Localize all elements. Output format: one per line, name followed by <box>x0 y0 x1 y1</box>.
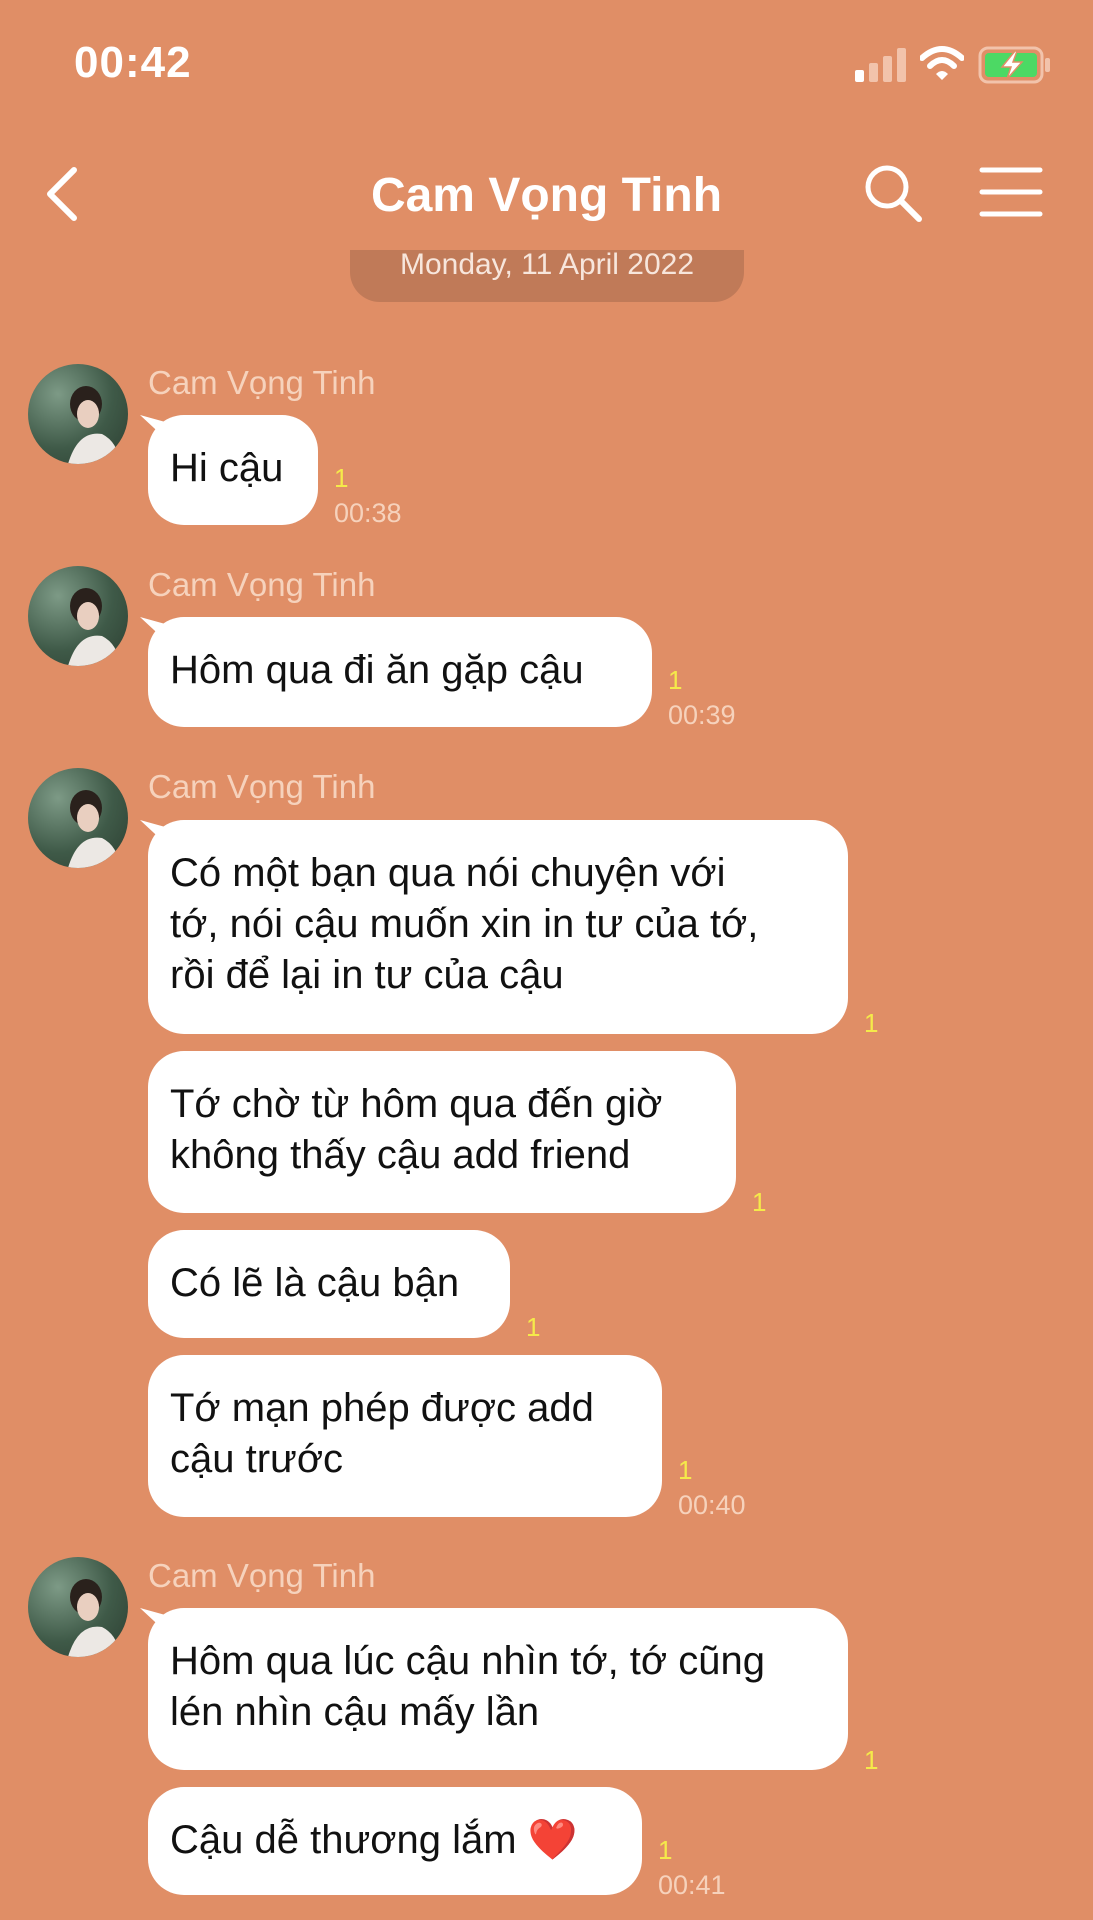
message-bubble[interactable]: Có lẽ là cậu bận <box>148 1230 510 1338</box>
avatar[interactable] <box>28 768 128 868</box>
read-count: 1 <box>864 1008 879 1038</box>
sender-name: Cam Vọng Tinh <box>148 1557 376 1594</box>
avatar[interactable] <box>28 1557 128 1657</box>
status-bar: 00:42 <box>0 0 1093 130</box>
read-count: 1 <box>526 1312 541 1342</box>
message-time: 00:40 <box>678 1490 746 1520</box>
message-bubble[interactable]: Tớ mạn phép được add cậu trước <box>148 1355 662 1517</box>
read-count: 1 <box>658 1835 673 1865</box>
search-icon[interactable] <box>862 162 924 224</box>
message-time: 00:38 <box>334 498 402 528</box>
message-bubble[interactable]: Cậu dễ thương lắm ❤️ <box>148 1787 642 1895</box>
menu-icon[interactable] <box>978 164 1044 220</box>
message-bubble[interactable]: Có một bạn qua nói chuyện với tớ, nói cậ… <box>148 820 848 1034</box>
read-count: 1 <box>864 1745 879 1775</box>
sender-name: Cam Vọng Tinh <box>148 768 376 805</box>
message-bubble[interactable]: Tớ chờ từ hôm qua đến giờ không thấy cậu… <box>148 1051 736 1213</box>
message-bubble[interactable]: Hi cậu <box>148 415 318 525</box>
read-count: 1 <box>334 463 349 493</box>
read-count: 1 <box>668 665 683 695</box>
sender-name: Cam Vọng Tinh <box>148 566 376 603</box>
avatar[interactable] <box>28 566 128 666</box>
message-bubble[interactable]: Hôm qua đi ăn gặp cậu <box>148 617 652 727</box>
signal-icon <box>855 48 906 82</box>
avatar[interactable] <box>28 364 128 464</box>
battery-charging-icon <box>978 46 1050 84</box>
wifi-icon <box>920 46 964 80</box>
status-time: 00:42 <box>74 38 192 87</box>
read-count: 1 <box>752 1187 767 1217</box>
message-bubble[interactable]: Hôm qua lúc cậu nhìn tớ, tớ cũng lén nhì… <box>148 1608 848 1770</box>
message-time: 00:39 <box>668 700 736 730</box>
message-time: 00:41 <box>658 1870 726 1900</box>
chat-title: Cam Vọng Tinh <box>370 169 723 222</box>
date-separator: Monday, 11 April 2022 <box>350 250 744 302</box>
sender-name: Cam Vọng Tinh <box>148 364 376 401</box>
read-count: 1 <box>678 1455 693 1485</box>
chat-header: Cam Vọng Tinh <box>0 150 1093 240</box>
